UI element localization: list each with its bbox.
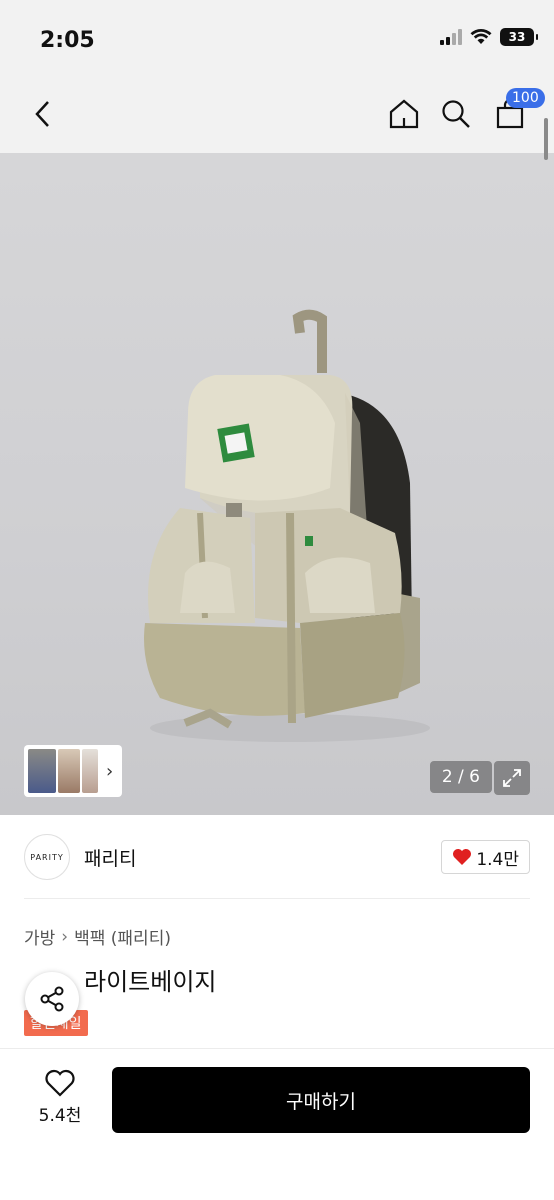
signal-icon (440, 29, 462, 45)
share-button[interactable] (25, 972, 79, 1026)
image-counter: 2 / 6 (429, 761, 492, 793)
back-button[interactable] (20, 92, 64, 136)
share-icon (40, 986, 64, 1012)
breadcrumb: 가방 › 백팩 (패리티) (24, 924, 171, 950)
backpack-photo (144, 309, 430, 742)
thumbnail-1[interactable] (28, 749, 56, 793)
shop-like-count: 1.4만 (476, 849, 519, 870)
shop-logo[interactable]: PARITY (24, 834, 70, 880)
search-icon (442, 100, 470, 128)
expand-icon (503, 769, 521, 787)
breadcrumb-item[interactable]: 백팩 (패리티) (74, 924, 171, 949)
status-bar: 2:05 33 (0, 0, 554, 80)
wishlist-count: 5.4천 (38, 1106, 82, 1126)
product-image[interactable]: › 2 / 6 (0, 153, 554, 815)
chevron-left-icon (35, 101, 49, 127)
status-time: 2:05 (40, 28, 95, 53)
nav-bar: 100 (0, 80, 554, 153)
battery-icon: 33 (500, 28, 538, 46)
bottom-action-bar: 5.4천 구매하기 (0, 1048, 554, 1200)
cart-button[interactable]: 100 (488, 88, 545, 136)
shop-name[interactable]: 패리티 (84, 844, 136, 871)
shop-like-button[interactable]: 1.4만 (441, 840, 530, 874)
search-button[interactable] (434, 92, 478, 136)
home-button[interactable] (382, 92, 426, 136)
heart-outline-icon (45, 1069, 75, 1097)
fullscreen-button[interactable] (494, 761, 530, 795)
product-title: 라이트베이지 (84, 968, 217, 996)
scroll-indicator (544, 118, 548, 160)
thumbnail-3[interactable] (82, 749, 98, 793)
chevron-right-icon[interactable]: › (106, 761, 113, 782)
status-icons: 33 (440, 28, 538, 46)
wifi-icon (470, 29, 492, 44)
home-icon (389, 99, 419, 129)
heart-filled-icon (453, 849, 472, 865)
shop-row[interactable]: PARITY 패리티 1.4만 (24, 830, 530, 884)
breadcrumb-item[interactable]: 가방 (24, 924, 55, 949)
cart-count-badge: 100 (506, 88, 545, 108)
thumbnail-strip[interactable]: › (24, 745, 122, 797)
chevron-right-icon: › (61, 926, 69, 947)
buy-button[interactable]: 구매하기 (112, 1067, 530, 1133)
thumbnail-2[interactable] (58, 749, 80, 793)
divider (24, 898, 530, 899)
wishlist-button[interactable]: 5.4천 (30, 1069, 90, 1126)
